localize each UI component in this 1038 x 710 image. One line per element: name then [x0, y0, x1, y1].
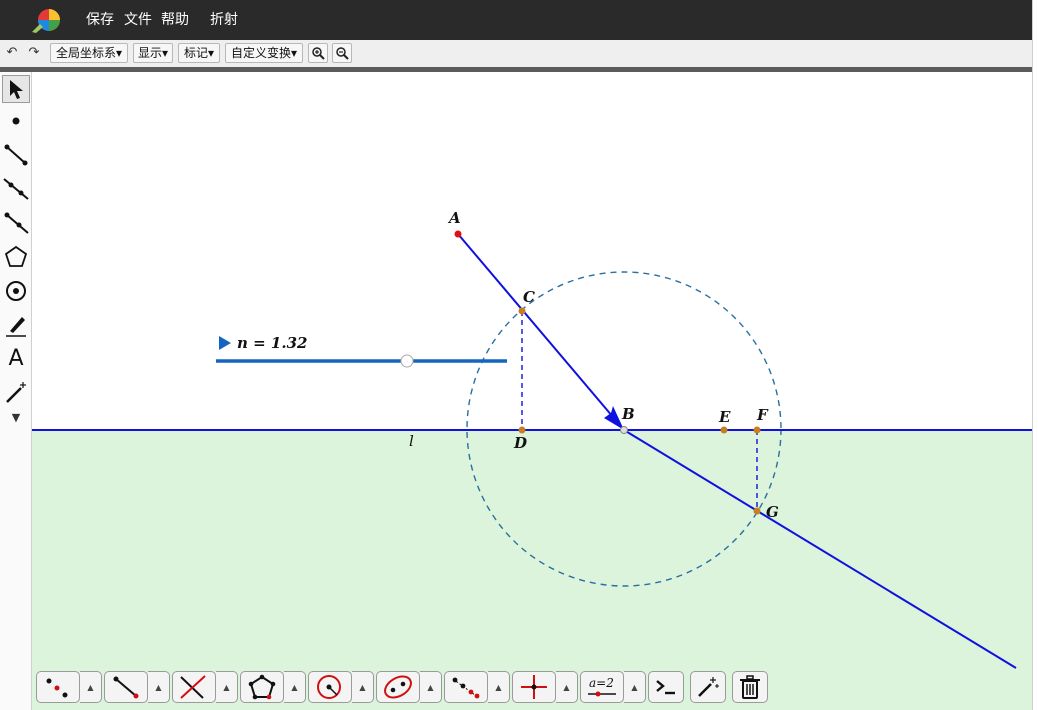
- point-f[interactable]: [753, 426, 761, 434]
- line-icon: [3, 178, 29, 200]
- coordinate-tool-group[interactable]: [512, 671, 556, 703]
- circle-tool-expand[interactable]: ▲: [352, 671, 374, 703]
- bottom-toolbar: ▲ ▲ ▲ ▲ ▲ ▲ ▲ ▲ a=2 ▲: [32, 665, 1032, 710]
- label-f: F: [756, 406, 769, 424]
- polygon-tool-expand[interactable]: ▲: [284, 671, 306, 703]
- points-tool-expand[interactable]: ▲: [80, 671, 102, 703]
- segment-tool-button[interactable]: [2, 141, 30, 169]
- conic-tool-expand[interactable]: ▲: [420, 671, 442, 703]
- points-icon: [46, 678, 68, 698]
- coordinate-tool-expand[interactable]: ▲: [556, 671, 578, 703]
- point-e[interactable]: [720, 426, 728, 434]
- label-d: D: [513, 434, 527, 452]
- label-a: A: [447, 209, 461, 227]
- point-tool-button[interactable]: [2, 107, 30, 135]
- geometry-canvas[interactable]: A C D B E F G l n = 1.32: [0, 0, 1038, 710]
- magic-wand-icon: [698, 677, 719, 697]
- reflect-points-icon: [452, 677, 480, 699]
- polygon-dots-icon: [248, 674, 276, 700]
- perpendicular-icon: [180, 675, 206, 699]
- expression-tool-expand[interactable]: ▲: [624, 671, 646, 703]
- expression-slider-icon: a=2: [588, 676, 616, 697]
- arrow-pointer-icon: [10, 80, 23, 99]
- circle-icon: [6, 281, 26, 301]
- point-d[interactable]: [518, 426, 526, 434]
- right-edge: [1032, 0, 1038, 710]
- expression-tool-group[interactable]: a=2: [580, 671, 624, 703]
- line-tool-button[interactable]: [2, 175, 30, 203]
- command-button[interactable]: [648, 671, 684, 703]
- label-g: G: [766, 503, 779, 521]
- ellipse-icon: [384, 675, 412, 699]
- slider-handle[interactable]: [400, 354, 414, 368]
- intersect-tool-expand[interactable]: ▲: [216, 671, 238, 703]
- point-b[interactable]: [620, 426, 628, 434]
- custom-tool-button[interactable]: [2, 379, 30, 407]
- circle-center-icon: [317, 675, 341, 699]
- text-tool-button[interactable]: A: [2, 345, 30, 373]
- circle-tool-group[interactable]: [308, 671, 352, 703]
- transform-tool-group[interactable]: [444, 671, 488, 703]
- label-b: B: [621, 405, 635, 423]
- move-tool-button[interactable]: [2, 75, 30, 103]
- pen-icon: [6, 317, 26, 337]
- magic-wand-icon: [6, 382, 26, 403]
- segment-red-icon: [113, 676, 139, 699]
- macro-button[interactable]: [690, 671, 726, 703]
- label-c: C: [523, 288, 535, 306]
- left-tool-palette: A ▼: [0, 72, 32, 710]
- pen-tool-button[interactable]: [2, 311, 30, 339]
- label-e: E: [718, 408, 731, 426]
- upper-medium: [32, 72, 1032, 430]
- polygon-tool-group[interactable]: [240, 671, 284, 703]
- conic-tool-group[interactable]: [376, 671, 420, 703]
- slider-label: n = 1.32: [237, 334, 307, 352]
- label-line-l: l: [409, 432, 414, 450]
- coordinate-axes-icon: [521, 675, 547, 699]
- segment-tool-expand[interactable]: ▲: [148, 671, 170, 703]
- intersect-tool-group[interactable]: [172, 671, 216, 703]
- point-g[interactable]: [753, 507, 761, 515]
- point-icon: [12, 117, 20, 125]
- point-a[interactable]: [454, 230, 462, 238]
- segment-tool-group[interactable]: [104, 671, 148, 703]
- trash-icon: [740, 675, 760, 699]
- expression-label: a=2: [589, 676, 614, 690]
- circle-tool-button[interactable]: [2, 277, 30, 305]
- ray-icon: [4, 212, 29, 234]
- points-tool-group[interactable]: [36, 671, 80, 703]
- transform-tool-expand[interactable]: ▲: [488, 671, 510, 703]
- polygon-tool-button[interactable]: [2, 243, 30, 271]
- point-c[interactable]: [518, 307, 526, 315]
- delete-button[interactable]: [732, 671, 768, 703]
- segment-icon: [4, 144, 28, 166]
- caret-down-icon: ▼: [11, 411, 21, 424]
- text-a-icon: A: [8, 346, 24, 371]
- terminal-icon: [656, 680, 675, 695]
- polygon-icon: [4, 245, 28, 267]
- more-tools-button[interactable]: ▼: [2, 411, 30, 439]
- ray-tool-button[interactable]: [2, 209, 30, 237]
